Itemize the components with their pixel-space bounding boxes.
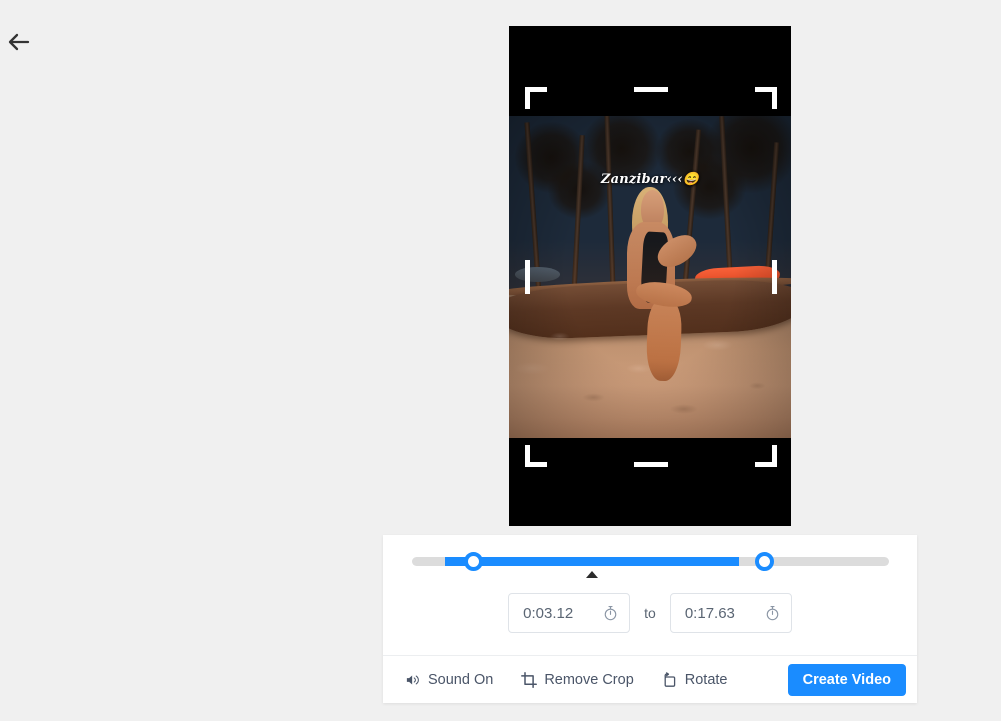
sound-toggle-label: Sound On: [428, 671, 494, 688]
rotate-icon: [662, 671, 678, 688]
crop-handle-bottom-left[interactable]: [525, 445, 547, 467]
crop-handle-top-right[interactable]: [755, 87, 777, 109]
trim-selected-range[interactable]: [445, 557, 739, 566]
create-video-button[interactable]: Create Video: [787, 663, 906, 696]
stopwatch-icon[interactable]: [603, 605, 618, 621]
video-frame: [509, 116, 791, 438]
stopwatch-icon[interactable]: [765, 605, 780, 621]
arrow-left-icon: [8, 33, 30, 51]
crop-handle-bottom-right[interactable]: [755, 445, 777, 467]
trim-time-row: to: [383, 593, 917, 655]
rotate-label: Rotate: [684, 671, 728, 688]
crop-icon: [521, 671, 538, 688]
sound-toggle-button[interactable]: Sound On: [401, 666, 505, 694]
start-time-input[interactable]: [509, 604, 608, 622]
palm-frond: [672, 154, 746, 220]
speaker-on-icon: [405, 673, 421, 687]
remove-crop-button[interactable]: Remove Crop: [517, 666, 645, 694]
video-controls-panel: to Sound On: [383, 535, 917, 703]
crop-handle-left[interactable]: [525, 260, 530, 294]
trim-handle-end[interactable]: [755, 552, 774, 571]
crop-handle-top[interactable]: [634, 87, 668, 92]
trim-handle-start[interactable]: [464, 552, 483, 571]
end-time-field[interactable]: [669, 593, 792, 633]
trim-slider[interactable]: [383, 535, 917, 593]
background-boat: [514, 267, 560, 282]
start-time-field[interactable]: [508, 593, 631, 633]
crop-handle-right[interactable]: [772, 260, 777, 294]
editor-toolbar: Sound On Remove Crop Rotate Create Video: [383, 655, 917, 703]
time-separator-label: to: [644, 605, 656, 621]
end-time-input[interactable]: [670, 604, 769, 622]
sand-texture: [509, 293, 791, 438]
back-button[interactable]: [0, 26, 38, 58]
playhead-triangle-icon[interactable]: [586, 571, 598, 578]
crop-handle-bottom[interactable]: [634, 462, 668, 467]
video-preview-stage[interactable]: Zanzibar‹‹‹😄: [509, 26, 791, 526]
rotate-button[interactable]: Rotate: [658, 666, 740, 694]
crop-handle-top-left[interactable]: [525, 87, 547, 109]
remove-crop-label: Remove Crop: [544, 671, 634, 688]
